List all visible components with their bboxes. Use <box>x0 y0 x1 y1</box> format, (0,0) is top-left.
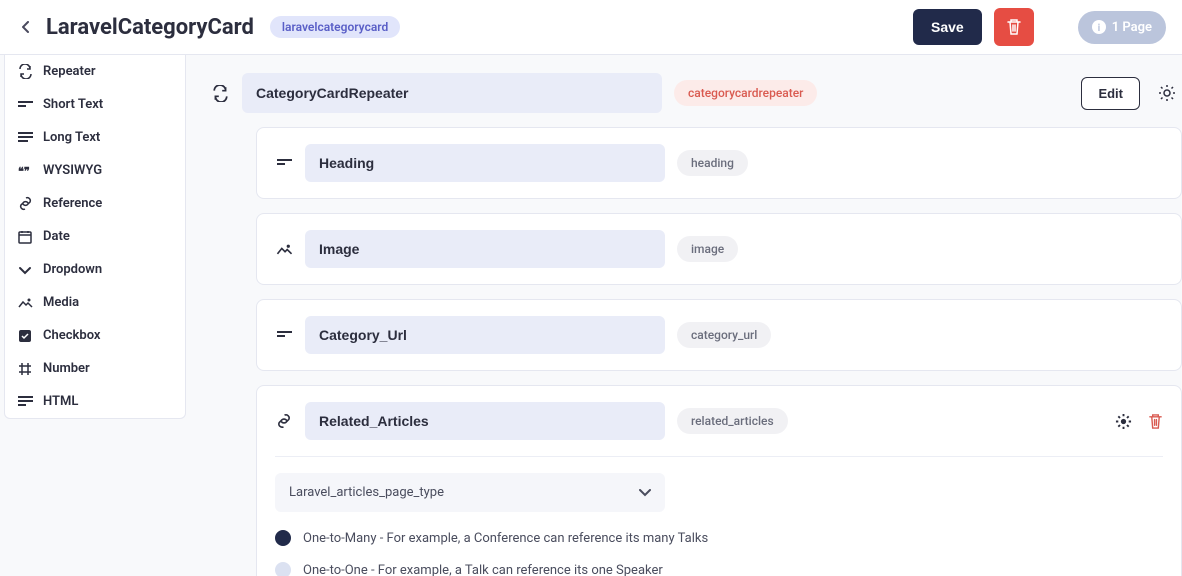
pages-count-badge[interactable]: i 1 Page <box>1078 11 1166 44</box>
sidebar-item-label: Long Text <box>43 130 100 145</box>
sidebar-item-label: WYSIWYG <box>43 163 102 178</box>
radio-dot <box>275 562 291 576</box>
trash-icon <box>1148 413 1163 430</box>
sidebar-item-number[interactable]: Number <box>5 352 185 385</box>
page-slug-badge: laravelcategorycard <box>270 16 400 38</box>
sidebar-item-date[interactable]: Date <box>5 220 185 253</box>
sidebar-item-wysiwyg[interactable]: ❝❞ WYSIWYG <box>5 154 185 187</box>
number-icon <box>17 362 33 376</box>
reference-type-select[interactable]: Laravel_articles_page_type <box>275 473 665 512</box>
sidebar-item-label: Checkbox <box>43 328 101 343</box>
divider <box>275 456 1163 457</box>
sidebar-item-label: Repeater <box>43 64 96 79</box>
field-card-related-articles: related_articles Laravel_articles_page_t… <box>256 385 1182 576</box>
field-slug-chip: related_articles <box>677 408 788 434</box>
sidebar-item-label: HTML <box>43 394 78 409</box>
field-card-category-url: category_url <box>256 299 1182 371</box>
pages-count-label: 1 Page <box>1112 20 1152 35</box>
edit-button[interactable]: Edit <box>1081 77 1140 110</box>
checkbox-icon <box>17 329 33 343</box>
field-settings-button[interactable] <box>1109 407 1138 436</box>
info-icon: i <box>1092 20 1106 34</box>
save-button[interactable]: Save <box>913 9 982 45</box>
sidebar-item-html[interactable]: HTML <box>5 385 185 418</box>
field-name-input[interactable] <box>305 230 665 268</box>
repeater-icon <box>17 64 33 79</box>
sidebar-item-label: Date <box>43 229 70 244</box>
delete-button[interactable] <box>994 8 1034 46</box>
sidebar-item-label: Short Text <box>43 97 103 112</box>
dropdown-icon <box>17 265 33 275</box>
back-button[interactable] <box>16 17 36 37</box>
media-icon <box>17 297 33 309</box>
longtext-icon <box>17 132 33 144</box>
shorttext-icon <box>275 158 293 168</box>
field-slug-chip: heading <box>677 150 748 176</box>
radio-label: One-to-One - For example, a Talk can ref… <box>303 563 663 576</box>
repeater-name-input[interactable] <box>242 73 662 113</box>
sidebar-item-repeater[interactable]: Repeater <box>5 55 185 88</box>
field-name-input[interactable] <box>305 402 665 440</box>
sidebar-item-media[interactable]: Media <box>5 286 185 319</box>
svg-text:❝❞: ❝❞ <box>18 165 30 177</box>
sidebar-item-checkbox[interactable]: Checkbox <box>5 319 185 352</box>
field-slug-chip: image <box>677 236 738 262</box>
gear-icon <box>1115 413 1132 430</box>
sidebar-item-dropdown[interactable]: Dropdown <box>5 253 185 286</box>
field-card-image: image <box>256 213 1182 285</box>
trash-icon <box>1006 18 1022 36</box>
radio-one-to-one[interactable]: One-to-One - For example, a Talk can ref… <box>275 562 1163 576</box>
field-types-sidebar: Repeater Short Text Long Text ❝❞ WYSIWYG… <box>4 55 186 419</box>
wysiwyg-icon: ❝❞ <box>17 165 33 177</box>
html-icon <box>17 396 33 408</box>
gear-icon <box>1158 84 1176 102</box>
sidebar-item-label: Media <box>43 295 79 310</box>
shorttext-icon <box>17 100 33 110</box>
radio-dot-selected <box>275 530 291 546</box>
field-delete-button[interactable] <box>1148 413 1163 430</box>
sidebar-item-label: Reference <box>43 196 102 211</box>
repeater-slug-chip: categorycardrepeater <box>674 80 817 106</box>
sidebar-item-reference[interactable]: Reference <box>5 187 185 220</box>
radio-label: One-to-Many - For example, a Conference … <box>303 531 708 546</box>
field-name-input[interactable] <box>305 144 665 182</box>
settings-button[interactable] <box>1152 78 1182 108</box>
repeater-icon <box>210 83 230 103</box>
radio-one-to-many[interactable]: One-to-Many - For example, a Conference … <box>275 530 1163 546</box>
dropdown-value: Laravel_articles_page_type <box>289 485 444 500</box>
field-name-input[interactable] <box>305 316 665 354</box>
media-icon <box>275 243 293 256</box>
page-title: LaravelCategoryCard <box>46 15 254 40</box>
sidebar-item-label: Dropdown <box>43 262 102 277</box>
date-icon <box>17 230 33 244</box>
shorttext-icon <box>275 330 293 340</box>
field-slug-chip: category_url <box>677 322 771 348</box>
reference-icon <box>17 196 33 211</box>
sidebar-item-label: Number <box>43 361 90 376</box>
sidebar-item-short-text[interactable]: Short Text <box>5 88 185 121</box>
sidebar-item-long-text[interactable]: Long Text <box>5 121 185 154</box>
chevron-down-icon <box>639 489 651 497</box>
reference-icon <box>275 413 293 429</box>
field-card-heading: heading <box>256 127 1182 199</box>
svg-text:i: i <box>1097 23 1100 34</box>
